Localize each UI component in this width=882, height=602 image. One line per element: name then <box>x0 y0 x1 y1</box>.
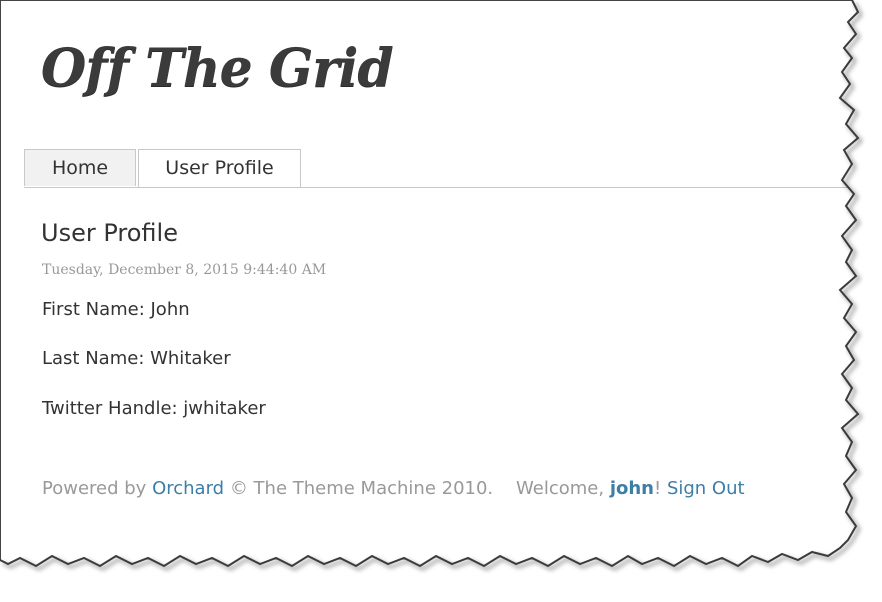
page-title: User Profile <box>41 219 178 247</box>
first-name-field: First Name: John <box>42 299 190 320</box>
page: Off The Grid Home User Profile User Prof… <box>0 0 882 602</box>
last-name-field: Last Name: Whitaker <box>42 348 231 369</box>
footer: Powered by Orchard © The Theme Machine 2… <box>42 478 745 499</box>
main-nav: Home User Profile <box>24 149 864 188</box>
username-link[interactable]: john <box>610 478 654 499</box>
timestamp: Tuesday, December 8, 2015 9:44:40 AM <box>42 262 327 278</box>
tab-user-profile[interactable]: User Profile <box>138 149 301 187</box>
sign-out-link[interactable]: Sign Out <box>667 478 745 499</box>
site-title[interactable]: Off The Grid <box>41 43 394 95</box>
powered-by-text: Powered by <box>42 478 153 499</box>
orchard-link[interactable]: Orchard <box>152 478 224 499</box>
page-content: Off The Grid Home User Profile User Prof… <box>0 0 864 580</box>
welcome-suffix: ! <box>654 478 667 499</box>
copyright-text: © The Theme Machine 2010. <box>224 478 494 499</box>
twitter-handle-field: Twitter Handle: jwhitaker <box>42 398 266 419</box>
tab-home[interactable]: Home <box>24 149 136 186</box>
welcome-text: Welcome, <box>516 478 610 499</box>
